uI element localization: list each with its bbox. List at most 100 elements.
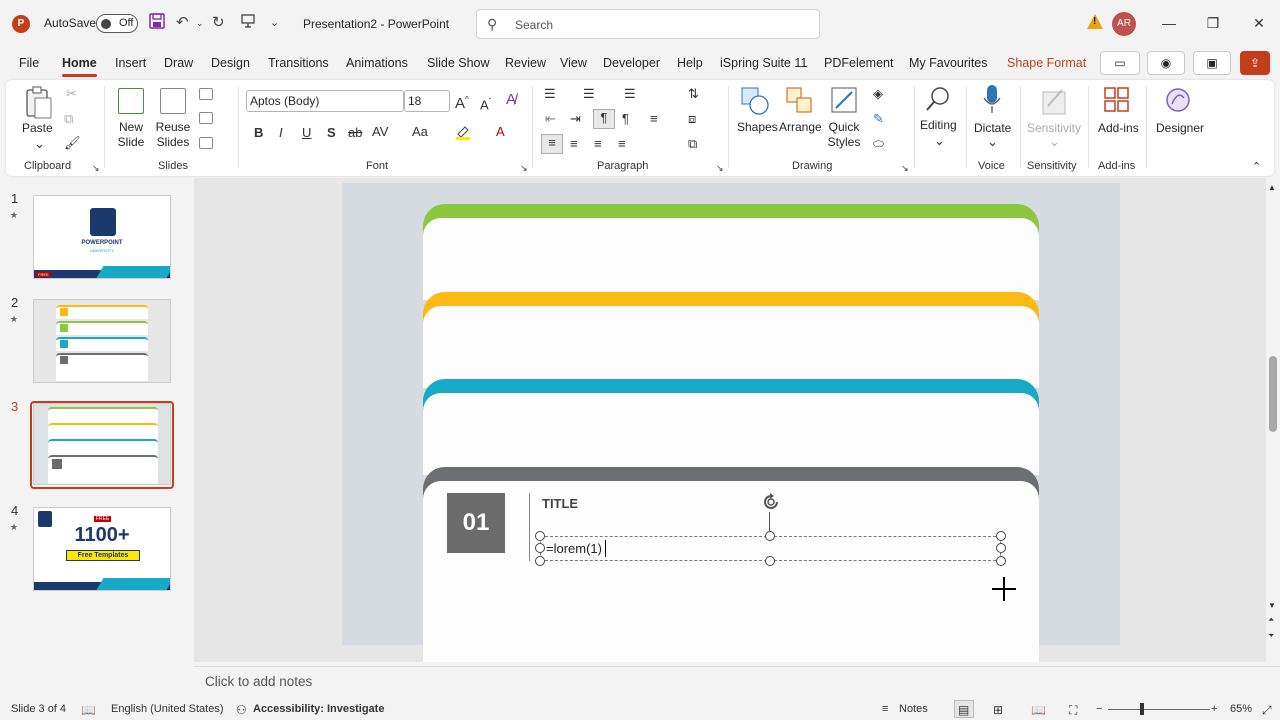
reset-icon[interactable] [199, 112, 213, 124]
item-title[interactable]: TITLE [542, 496, 578, 511]
menu-view[interactable]: View [560, 56, 587, 70]
resize-handle[interactable] [765, 531, 775, 541]
cut-icon[interactable]: ✂ [66, 86, 77, 102]
comments-button[interactable]: ▭ [1100, 51, 1140, 75]
menu-pdfelement[interactable]: PDFelement [824, 56, 893, 70]
underline-button[interactable]: U [302, 125, 311, 141]
save-icon[interactable] [149, 13, 165, 35]
paste-dropdown-icon[interactable]: ⌄ [34, 136, 45, 152]
quick-styles-icon[interactable] [830, 86, 860, 119]
font-launcher-icon[interactable]: ↘ [520, 160, 528, 176]
align-text-icon[interactable]: ⧈ [688, 111, 696, 127]
record-button[interactable]: ◉ [1147, 51, 1185, 75]
shape-outline-icon[interactable]: ✎ [873, 111, 884, 127]
customize-quick-access-icon[interactable]: ⌄ [270, 13, 279, 33]
menu-my-favourites[interactable]: My Favourites [909, 56, 988, 70]
smartart-icon[interactable]: ⧉ [688, 136, 697, 152]
bullets-icon[interactable]: ☰ [544, 86, 556, 102]
slide-thumbnail-3[interactable] [33, 403, 171, 485]
undo-dropdown-icon[interactable]: ⌄ [196, 13, 204, 33]
menu-file[interactable]: File [19, 56, 39, 70]
new-slide-label[interactable]: New Slide [113, 120, 149, 150]
menu-draw[interactable]: Draw [164, 56, 193, 70]
reading-view-icon[interactable]: 📖 [1031, 703, 1046, 717]
slide-thumbnail-4[interactable]: FREE 1100+ Free Templates [33, 507, 171, 591]
designer-label[interactable]: Designer [1156, 121, 1204, 136]
align-center-icon[interactable]: ≡ [570, 136, 578, 152]
resize-handle[interactable] [535, 543, 545, 553]
sensitivity-dropdown-icon[interactable]: ⌄ [1049, 134, 1060, 150]
menu-slide-show[interactable]: Slide Show [427, 56, 490, 70]
resize-handle[interactable] [765, 556, 775, 566]
notes-placeholder[interactable]: Click to add notes [205, 674, 312, 689]
fit-to-window-icon[interactable]: ⤢ [1262, 703, 1272, 718]
spelling-icon[interactable]: 📖 [81, 703, 96, 717]
resize-handle[interactable] [535, 556, 545, 566]
increase-indent-icon[interactable]: ⇥ [570, 111, 581, 127]
font-size-combo[interactable]: 18 [404, 90, 450, 112]
copy-icon[interactable]: ⧉ [64, 111, 73, 127]
card-yellow[interactable] [423, 292, 1039, 388]
font-name-combo[interactable]: Aptos (Body) [246, 90, 404, 112]
increase-font-icon[interactable]: A^ [455, 92, 469, 112]
accessibility-icon[interactable]: ⚇ [236, 703, 247, 717]
dictate-dropdown-icon[interactable]: ⌄ [987, 134, 998, 150]
shapes-icon[interactable] [740, 86, 770, 119]
layout-icon[interactable] [199, 88, 213, 100]
scroll-up-icon[interactable]: ▲ [1268, 180, 1276, 196]
rtl-icon[interactable]: ¶ [622, 111, 629, 127]
resize-handle[interactable] [996, 531, 1006, 541]
editing-icon[interactable] [924, 84, 954, 117]
decrease-font-icon[interactable]: Aˇ [480, 94, 491, 113]
menu-help[interactable]: Help [677, 56, 703, 70]
slide-thumbnail-1[interactable]: POWERPOINT UNIVERSITY FREE [33, 195, 171, 279]
paragraph-launcher-icon[interactable]: ↘ [716, 160, 724, 176]
notes-toggle-label[interactable]: Notes [899, 703, 928, 715]
menu-developer[interactable]: Developer [603, 56, 660, 70]
zoom-in-icon[interactable]: + [1211, 703, 1217, 715]
paste-icon[interactable] [24, 86, 54, 123]
text-box-content[interactable]: =lorem(1) [546, 541, 602, 556]
italic-button[interactable]: I [279, 125, 283, 141]
resize-handle[interactable] [996, 556, 1006, 566]
microphone-icon[interactable] [982, 84, 1002, 119]
previous-slide-icon[interactable]: ⏶ [1268, 612, 1274, 628]
resize-handle[interactable] [996, 543, 1006, 553]
item-number-box[interactable]: 01 [447, 493, 505, 553]
menu-shape-format[interactable]: Shape Format [1007, 56, 1086, 70]
search-box[interactable]: ⚲ Search [476, 9, 820, 39]
drawing-launcher-icon[interactable]: ↘ [901, 160, 909, 176]
justify-icon[interactable]: ≡ [618, 136, 626, 152]
shapes-label[interactable]: Shapes [737, 120, 778, 135]
autosave-toggle[interactable]: Off [96, 14, 138, 33]
designer-icon[interactable] [1164, 86, 1192, 117]
shape-fill-icon[interactable]: ◈ [873, 86, 883, 102]
redo-icon[interactable]: ↻ [212, 13, 225, 33]
zoom-out-icon[interactable]: − [1096, 703, 1102, 715]
format-painter-icon[interactable]: 🖌 [64, 135, 81, 151]
slide-sorter-icon[interactable]: ⊞ [993, 703, 1003, 717]
line-spacing-icon[interactable]: ☰ [624, 86, 636, 102]
card-blue[interactable] [423, 379, 1039, 475]
zoom-slider-thumb[interactable] [1140, 703, 1144, 715]
numbering-icon[interactable]: ☰ [583, 86, 595, 102]
editing-label[interactable]: Editing [920, 118, 957, 133]
menu-insert[interactable]: Insert [115, 56, 146, 70]
menu-transitions[interactable]: Transitions [268, 56, 329, 70]
avatar[interactable]: AR [1112, 12, 1136, 36]
columns-icon[interactable]: ≡ [650, 111, 658, 127]
next-slide-icon[interactable]: ⏷ [1268, 628, 1274, 644]
warning-icon[interactable] [1087, 14, 1103, 29]
character-spacing-button[interactable]: AV [372, 124, 388, 140]
text-direction-icon[interactable]: ⇅ [688, 86, 699, 102]
menu-home[interactable]: Home [62, 56, 97, 77]
addins-icon[interactable] [1103, 86, 1131, 117]
card-green[interactable] [423, 204, 1039, 300]
shadow-button[interactable]: S [327, 125, 336, 141]
share-button[interactable]: ⇪ [1240, 51, 1270, 75]
addins-label[interactable]: Add-ins [1098, 121, 1139, 136]
strikethrough-button[interactable]: ab [348, 125, 362, 141]
close-button[interactable]: ✕ [1244, 10, 1274, 36]
clear-formatting-icon[interactable]: A̸ [506, 92, 516, 108]
quick-styles-label[interactable]: Quick Styles [824, 120, 864, 150]
